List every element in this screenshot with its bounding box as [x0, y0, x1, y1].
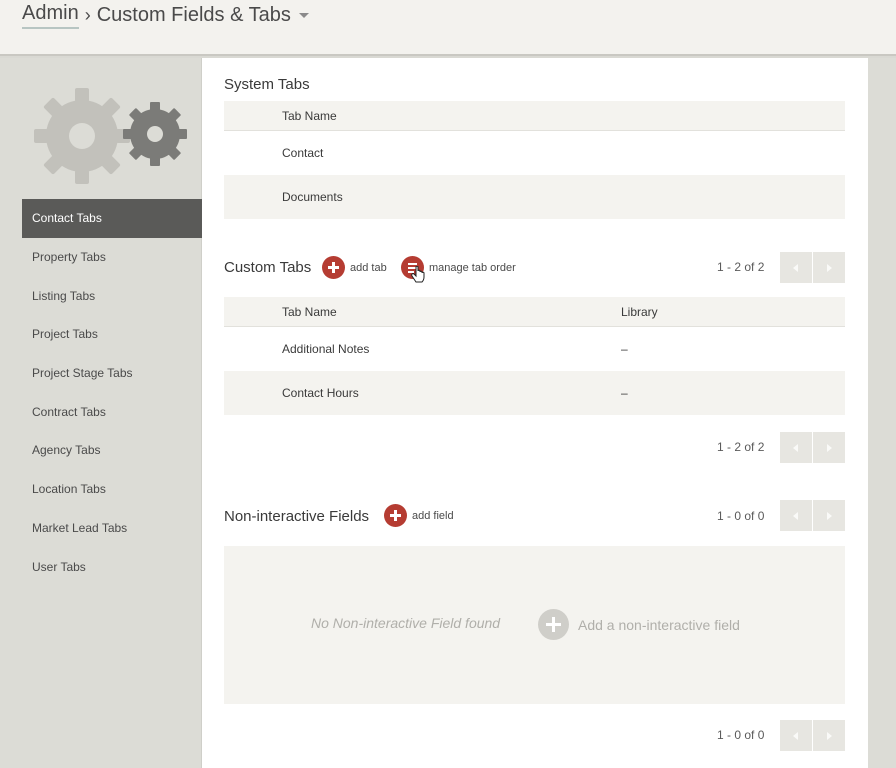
custom-tabs-pager-text: 1 - 2 of 2	[717, 260, 765, 274]
non-interactive-next-button[interactable]	[813, 500, 845, 531]
library-cell: –	[621, 386, 628, 400]
table-row[interactable]: Contact Hours –	[224, 371, 845, 415]
plus-icon	[322, 256, 345, 279]
sidebar: Contact Tabs Property Tabs Listing Tabs …	[0, 58, 202, 768]
custom-tabs-next-button[interactable]	[813, 252, 845, 283]
hand-cursor-icon	[411, 266, 425, 283]
page-header: Admin › Custom Fields & Tabs	[0, 0, 896, 56]
add-non-interactive-field-label: Add a non-interactive field	[578, 616, 740, 633]
column-library: Library	[621, 304, 658, 319]
table-row[interactable]: Additional Notes –	[224, 327, 845, 371]
tab-name-cell: Contact Hours	[282, 386, 359, 400]
custom-tabs-title: Custom Tabs	[224, 259, 312, 276]
non-interactive-pager-text: 1 - 0 of 0	[717, 509, 765, 523]
custom-tabs-prev-button[interactable]	[780, 252, 812, 283]
breadcrumb-current: Custom Fields & Tabs	[96, 4, 291, 26]
sidebar-item-contact-tabs[interactable]: Contact Tabs	[22, 199, 202, 238]
system-tabs-title: System Tabs	[224, 76, 310, 93]
sidebar-item-contract-tabs[interactable]: Contract Tabs	[22, 392, 202, 431]
breadcrumb: Admin › Custom Fields & Tabs	[22, 2, 309, 29]
add-non-interactive-field-button[interactable]: Add a non-interactive field	[538, 609, 740, 640]
add-tab-button[interactable]: add tab	[322, 256, 387, 279]
non-interactive-empty-state: No Non-interactive Field found Add a non…	[224, 546, 845, 704]
column-tab-name: Tab Name	[282, 108, 337, 123]
right-gutter	[868, 58, 896, 768]
non-interactive-fields-title: Non-interactive Fields	[224, 508, 370, 525]
sidebar-item-agency-tabs[interactable]: Agency Tabs	[22, 431, 202, 470]
manage-tab-order-label: manage tab order	[429, 261, 516, 274]
custom-tabs-table: Tab Name Library Additional Notes – Cont…	[224, 297, 845, 415]
add-field-label: add field	[412, 509, 454, 522]
tab-name-cell: Contact	[282, 146, 324, 160]
table-row[interactable]: Contact	[224, 131, 845, 175]
add-field-button[interactable]: add field	[384, 504, 454, 527]
custom-tabs-next-bottom-button[interactable]	[813, 432, 845, 463]
custom-tabs-pager-bottom-text: 1 - 2 of 2	[717, 440, 765, 454]
main-content: System Tabs Tab Name Contact Documents C…	[202, 58, 868, 768]
empty-state-message: No Non-interactive Field found	[311, 615, 501, 631]
table-row[interactable]: Documents	[224, 175, 845, 219]
tab-name-cell: Additional Notes	[282, 342, 370, 356]
plus-icon	[538, 609, 569, 640]
tab-name-cell: Documents	[282, 190, 343, 204]
library-cell: –	[621, 342, 628, 356]
gears-icon	[34, 88, 187, 184]
breadcrumb-separator: ›	[84, 5, 91, 25]
non-interactive-pager-bottom-text: 1 - 0 of 0	[717, 728, 765, 742]
system-tabs-table: Tab Name Contact Documents	[224, 101, 845, 219]
column-tab-name: Tab Name	[282, 304, 337, 319]
sidebar-item-location-tabs[interactable]: Location Tabs	[22, 470, 202, 509]
sidebar-item-project-stage-tabs[interactable]: Project Stage Tabs	[22, 354, 202, 393]
custom-tabs-prev-bottom-button[interactable]	[780, 432, 812, 463]
breadcrumb-admin-link[interactable]: Admin	[22, 2, 79, 29]
sidebar-item-user-tabs[interactable]: User Tabs	[22, 547, 202, 586]
sidebar-item-project-tabs[interactable]: Project Tabs	[22, 315, 202, 354]
non-interactive-next-bottom-button[interactable]	[813, 720, 845, 751]
non-interactive-prev-bottom-button[interactable]	[780, 720, 812, 751]
sidebar-item-property-tabs[interactable]: Property Tabs	[22, 238, 202, 277]
sidebar-nav: Contact Tabs Property Tabs Listing Tabs …	[22, 199, 202, 586]
non-interactive-prev-button[interactable]	[780, 500, 812, 531]
sidebar-item-market-lead-tabs[interactable]: Market Lead Tabs	[22, 509, 202, 548]
chevron-down-icon[interactable]	[298, 13, 309, 18]
system-tabs-header: Tab Name	[224, 101, 845, 131]
plus-icon	[384, 504, 407, 527]
sidebar-item-listing-tabs[interactable]: Listing Tabs	[22, 276, 202, 315]
add-tab-label: add tab	[350, 261, 387, 274]
custom-tabs-header: Tab Name Library	[224, 297, 845, 327]
